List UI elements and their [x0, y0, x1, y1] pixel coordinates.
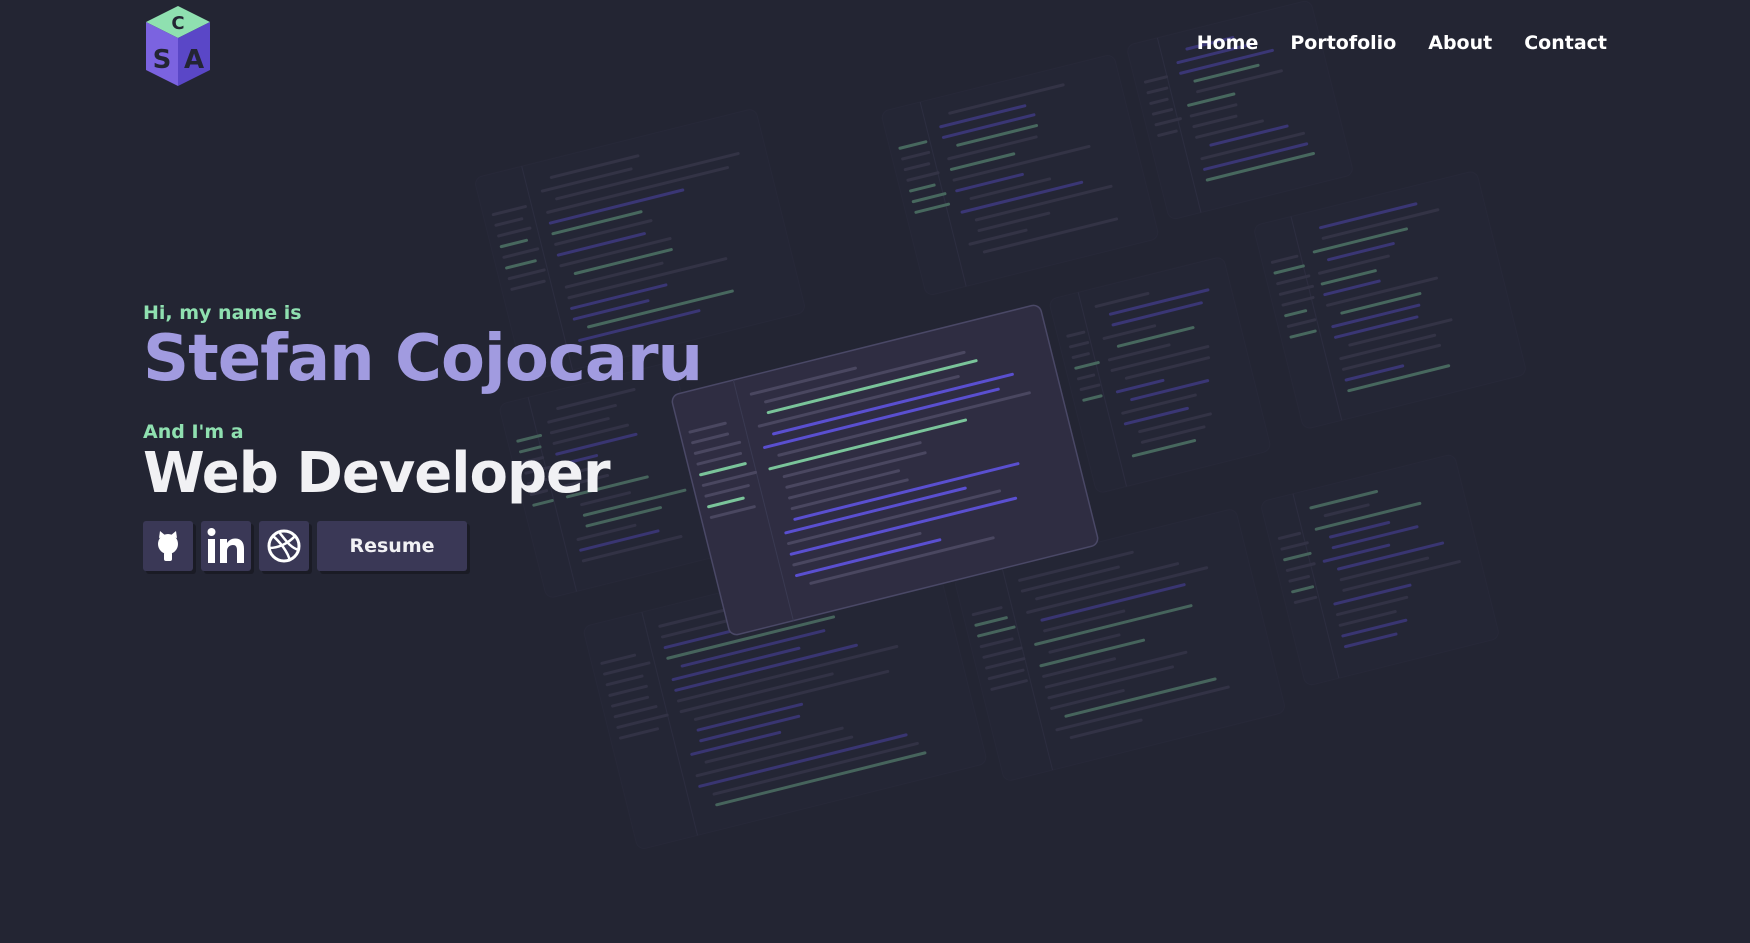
- dribbble-button[interactable]: [259, 520, 309, 571]
- logo: C S A: [146, 6, 210, 86]
- nav-portofolio[interactable]: Portofolio: [1290, 32, 1396, 54]
- dribbble-icon: [267, 529, 301, 563]
- code-panel: [1254, 171, 1526, 429]
- svg-text:A: A: [184, 45, 204, 75]
- github-button[interactable]: [143, 520, 193, 571]
- role-prefix-text: And I'm a: [143, 421, 244, 444]
- social-actions: Resume: [143, 520, 702, 571]
- nav-home[interactable]: Home: [1197, 32, 1259, 54]
- code-panel: [583, 541, 987, 849]
- nav-contact[interactable]: Contact: [1524, 32, 1607, 54]
- nav-about[interactable]: About: [1428, 32, 1492, 54]
- hero-name: Stefan Cojocaru: [143, 322, 703, 396]
- hero-section: Hi, my name is Stefan Cojocaru And I'm a…: [143, 302, 703, 571]
- main-nav: Home Portofolio About Contact: [1197, 32, 1607, 54]
- linkedin-button[interactable]: [201, 520, 251, 571]
- code-panel: [955, 509, 1285, 781]
- code-panel: [1049, 257, 1271, 493]
- linkedin-icon: [207, 527, 244, 563]
- hero-role: Web Developer: [143, 441, 611, 507]
- github-icon: [158, 530, 178, 561]
- svg-text:C: C: [171, 13, 184, 34]
- resume-button[interactable]: Resume: [317, 520, 467, 571]
- code-panel: [1261, 454, 1499, 686]
- code-panel: [881, 54, 1159, 296]
- svg-text:S: S: [153, 45, 172, 75]
- greeting-text: Hi, my name is: [143, 302, 302, 324]
- code-panel-main: [671, 304, 1099, 636]
